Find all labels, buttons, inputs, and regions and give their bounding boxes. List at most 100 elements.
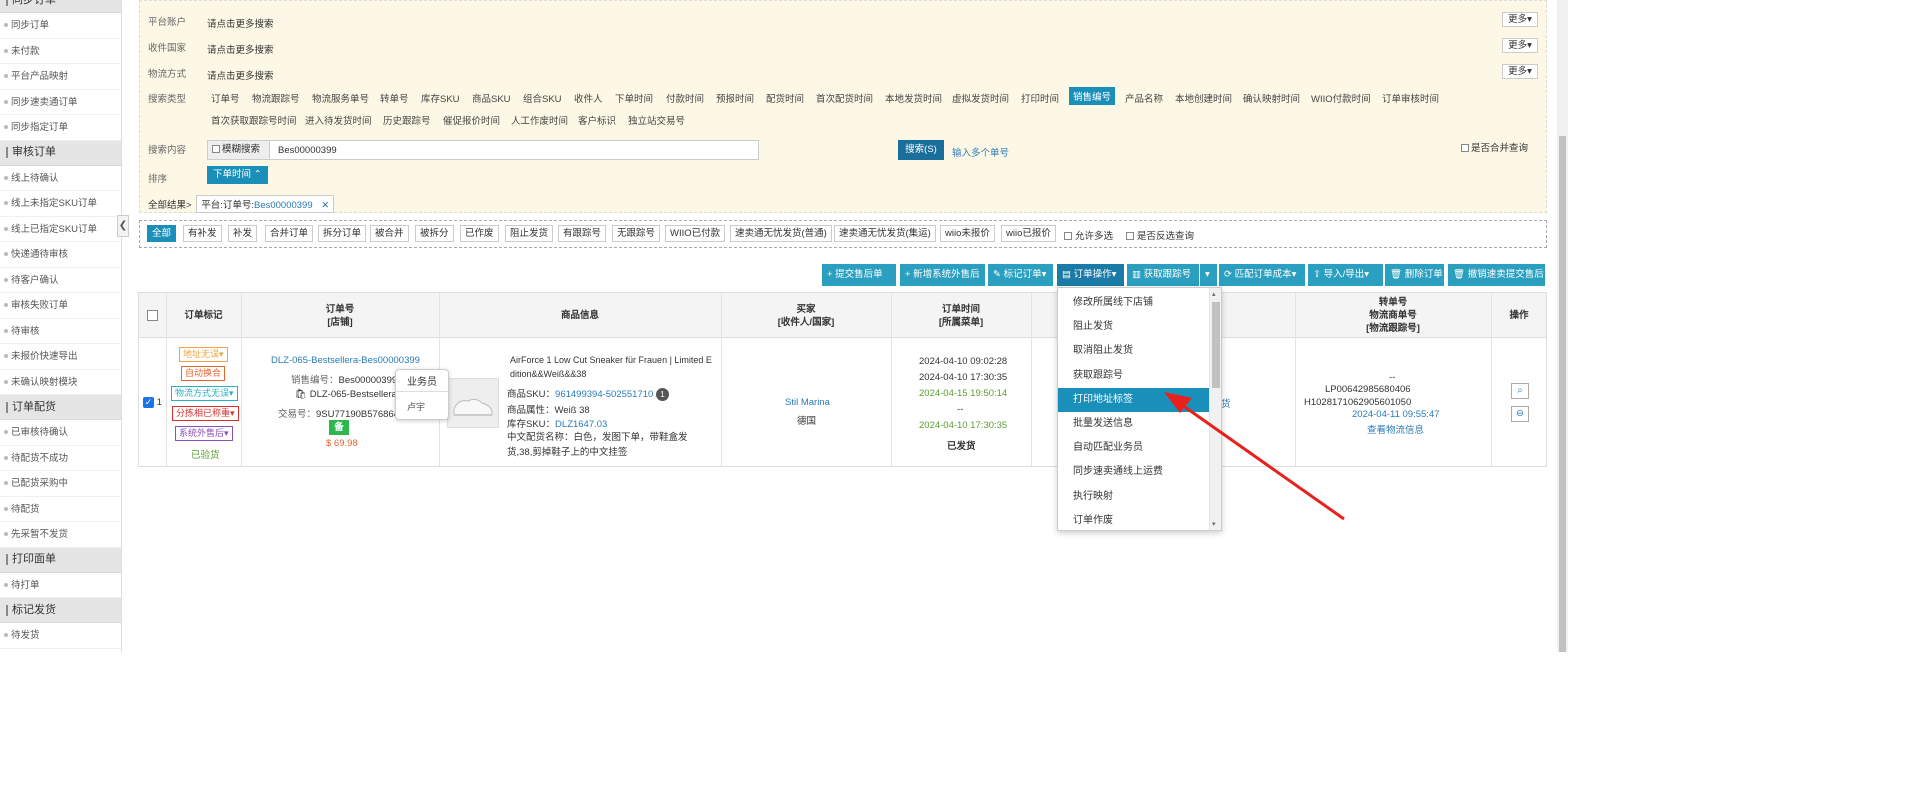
- filter-tab[interactable]: 已作废: [460, 225, 499, 242]
- menu-item[interactable]: 同步速卖通线上运费: [1058, 460, 1209, 484]
- sidebar-item[interactable]: 待发货: [0, 623, 121, 649]
- sidebar-item[interactable]: 待打单: [0, 573, 121, 598]
- search-type-option[interactable]: 首次获取跟踪号时间: [211, 113, 297, 127]
- sidebar-item[interactable]: 未付款: [0, 39, 121, 64]
- filter-checkbox[interactable]: 是否反选查询: [1126, 228, 1194, 242]
- filter-tab[interactable]: 无跟踪号: [612, 225, 661, 242]
- search-type-option[interactable]: 收件人: [574, 91, 603, 105]
- filter-tab[interactable]: 阻止发货: [505, 225, 554, 242]
- search-type-option[interactable]: 本地发货时间: [885, 91, 942, 105]
- toolbar-button[interactable]: ⟳ 匹配订单成本▾: [1219, 264, 1305, 286]
- order-mark-tag[interactable]: 分拣相已称重▾: [172, 406, 239, 421]
- search-button[interactable]: 搜索(S): [898, 140, 944, 160]
- menu-item[interactable]: 阻止发货: [1058, 315, 1209, 339]
- sidebar-item[interactable]: 待配货不成功: [0, 446, 121, 471]
- search-type-option[interactable]: 销售编号: [1069, 87, 1116, 105]
- buyer-name[interactable]: Stil Marina: [785, 397, 830, 408]
- search-query[interactable]: Bes00000399: [278, 145, 337, 156]
- toolbar-button[interactable]: ✎ 标记订单▾: [988, 264, 1053, 286]
- sidebar-group-header[interactable]: 审核订单: [0, 140, 121, 166]
- filter-tab[interactable]: 速卖通无忧发货(集运): [834, 225, 936, 242]
- filter-tab[interactable]: 被拆分: [415, 225, 454, 242]
- filter-tab[interactable]: wiio已报价: [1001, 225, 1056, 242]
- sidebar-item[interactable]: 待审核: [0, 319, 121, 344]
- logistics-hint[interactable]: 请点击更多搜索: [207, 68, 274, 82]
- sidebar-item[interactable]: 已审核待确认: [0, 420, 121, 446]
- menu-item[interactable]: 取消阻止发货: [1058, 339, 1209, 363]
- search-type-option[interactable]: 配货时间: [766, 91, 804, 105]
- search-type-option[interactable]: 催促报价时间: [443, 113, 500, 127]
- menu-item[interactable]: 获取跟踪号: [1058, 364, 1209, 388]
- sidebar-item[interactable]: 审核失败订单: [0, 293, 121, 319]
- search-type-option[interactable]: 付款时间: [666, 91, 704, 105]
- menu-item[interactable]: 打印地址标签: [1058, 387, 1209, 412]
- order-mark-tag[interactable]: 系统外售后▾: [175, 426, 233, 441]
- search-type-option[interactable]: 独立站交易号: [628, 113, 685, 127]
- toolbar-button[interactable]: + 提交售后单: [822, 264, 896, 286]
- filter-tab[interactable]: 有补发: [183, 225, 222, 242]
- sidebar-group-header[interactable]: 订单配货: [0, 395, 121, 420]
- order-mark-tag[interactable]: 自动换合: [181, 366, 226, 381]
- menu-item[interactable]: 订单作废: [1058, 509, 1209, 533]
- search-type-option[interactable]: 商品SKU: [472, 91, 511, 105]
- search-type-option[interactable]: 物流跟踪号: [252, 91, 300, 105]
- toolbar-button[interactable]: ▤ 订单操作▾: [1057, 264, 1124, 286]
- order-mark-tag[interactable]: 地址无误▾: [179, 347, 228, 362]
- search-input[interactable]: 模糊搜索 Bes00000399: [207, 140, 759, 160]
- account-hint[interactable]: 请点击更多搜索: [207, 16, 274, 30]
- sidebar-item[interactable]: 快递通待审核: [0, 242, 121, 268]
- menu-item[interactable]: 自动匹配业务员: [1058, 436, 1209, 460]
- close-icon[interactable]: ✕: [321, 200, 329, 211]
- search-type-option[interactable]: 进入待发货时间: [305, 113, 372, 127]
- search-type-option[interactable]: 确认映射时间: [1243, 91, 1300, 105]
- view-tracking-link[interactable]: 查看物流信息: [1367, 422, 1424, 436]
- scroll-down-icon[interactable]: ▾: [1212, 520, 1216, 528]
- sidebar-item[interactable]: 平台产品映射: [0, 64, 121, 90]
- sidebar-item[interactable]: 未报价快速导出: [0, 344, 121, 370]
- sidebar-item[interactable]: 线上已指定SKU订单: [0, 217, 121, 242]
- search-icon[interactable]: ⌕: [1511, 383, 1529, 399]
- toolbar-button[interactable]: ▥ 获取跟踪号: [1127, 264, 1199, 286]
- search-type-option[interactable]: 虚拟发货时间: [952, 91, 1009, 105]
- filter-tab[interactable]: wiio未报价: [940, 225, 995, 242]
- menu-item[interactable]: 修改所属线下店铺: [1058, 291, 1209, 315]
- more-actions-icon[interactable]: ⊖: [1511, 406, 1529, 422]
- search-type-option[interactable]: 打印时间: [1021, 91, 1059, 105]
- search-type-option[interactable]: 物流服务单号: [312, 91, 369, 105]
- toolbar-button[interactable]: ⇪ 导入/导出▾: [1308, 264, 1383, 286]
- sidebar-group-header[interactable]: 标记发货: [0, 598, 121, 623]
- toolbar-button[interactable]: + 新增系统外售后: [900, 264, 985, 286]
- search-type-option[interactable]: 首次配货时间: [816, 91, 873, 105]
- filter-tab[interactable]: WIIO已付款: [665, 225, 726, 242]
- sidebar-item[interactable]: 线上未指定SKU订单: [0, 191, 121, 217]
- country-more-button[interactable]: 更多▾: [1502, 38, 1538, 53]
- search-type-option[interactable]: 历史跟踪号: [383, 113, 431, 127]
- account-more-button[interactable]: 更多▾: [1502, 12, 1538, 27]
- select-all-checkbox[interactable]: [139, 293, 166, 338]
- toolbar-button[interactable]: ▾: [1200, 264, 1217, 286]
- filter-tab[interactable]: 合并订单: [265, 225, 314, 242]
- search-type-option[interactable]: 客户标识: [578, 113, 616, 127]
- page-scrollbar[interactable]: [1557, 0, 1568, 652]
- sidebar-collapse-button[interactable]: ❮: [117, 215, 129, 237]
- merge-query-checkbox[interactable]: 是否合并查询: [1460, 140, 1528, 154]
- search-type-option[interactable]: 订单审核时间: [1382, 91, 1439, 105]
- search-type-option[interactable]: 人工作废时间: [511, 113, 568, 127]
- menu-scrollbar[interactable]: ▴ ▾: [1209, 288, 1221, 530]
- sidebar-item[interactable]: 同步订单: [0, 13, 121, 39]
- sidebar-item[interactable]: 同步速卖通订单: [0, 90, 121, 115]
- order-link[interactable]: DLZ-065-Bestsellera-Bes00000399: [271, 355, 420, 366]
- search-type-option[interactable]: 订单号: [211, 91, 240, 105]
- sidebar-item[interactable]: 未确认映射模块: [0, 370, 121, 395]
- filter-tab[interactable]: 速卖通无忧发货(普通): [730, 225, 832, 242]
- sidebar-item[interactable]: 已配货采购中: [0, 471, 121, 497]
- menu-item[interactable]: 批量发送信息: [1058, 412, 1209, 436]
- search-type-option[interactable]: WIIO付款时间: [1311, 91, 1371, 105]
- row-checkbox[interactable]: ✓ 1: [143, 397, 162, 408]
- sidebar-item[interactable]: 待配货: [0, 497, 121, 522]
- product-image[interactable]: [447, 378, 499, 428]
- fuzzy-search-checkbox[interactable]: 模糊搜索: [208, 141, 270, 159]
- country-hint[interactable]: 请点击更多搜索: [207, 42, 274, 56]
- search-type-option[interactable]: 产品名称: [1125, 91, 1163, 105]
- sidebar-item[interactable]: 待客户确认: [0, 268, 121, 293]
